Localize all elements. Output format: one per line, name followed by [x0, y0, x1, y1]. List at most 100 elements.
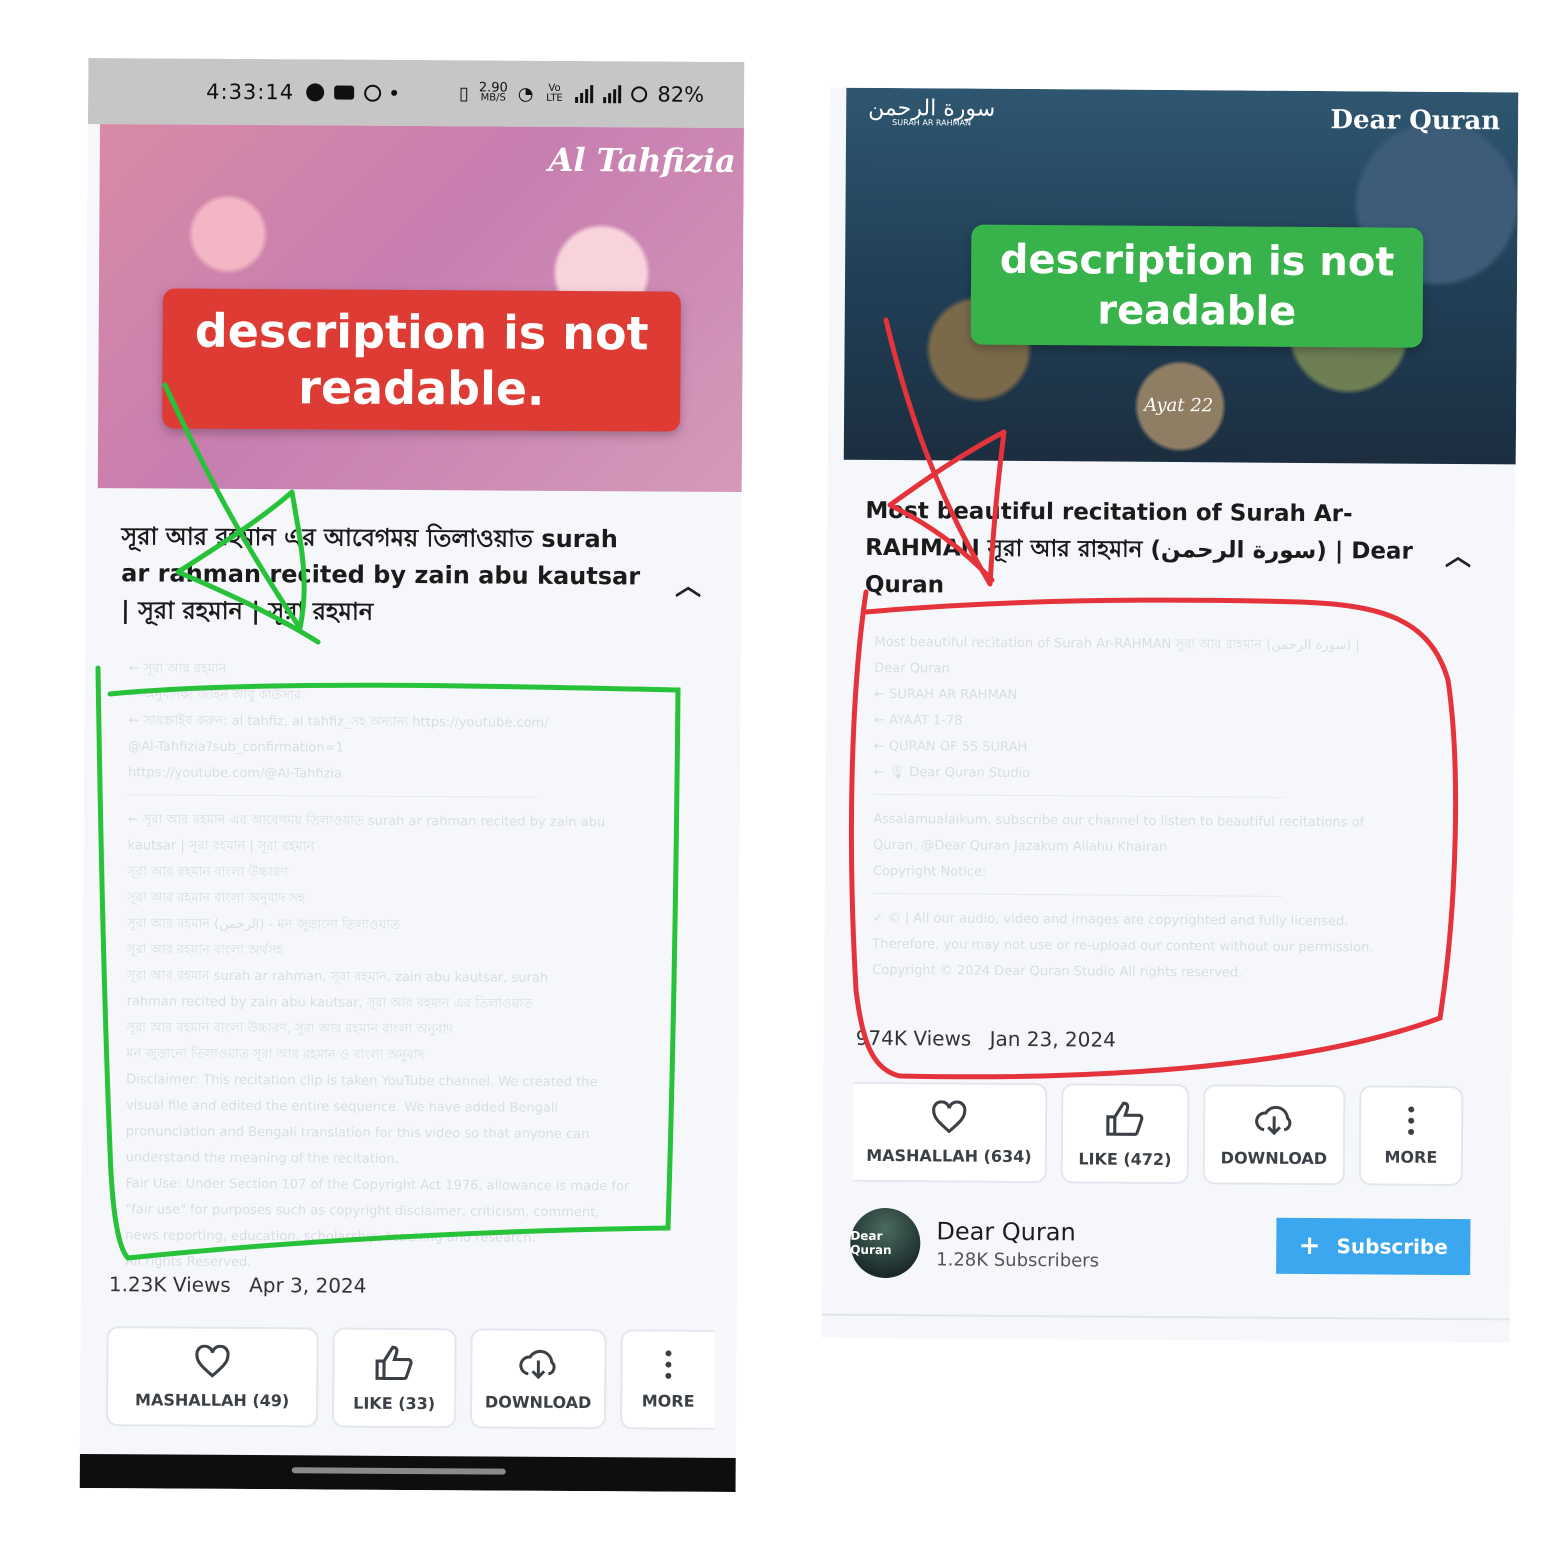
video-thumbnail[interactable]: سورة الرحمن SURAH AR RAHMAN Dear Quran A…: [843, 87, 1519, 465]
description-line: kautsar | সূরা রহমান | সূরা রহমান: [127, 838, 315, 855]
channel-watermark: Dear Quran: [1330, 105, 1501, 137]
subscriber-count: 1.28K Subscribers: [936, 1248, 1100, 1272]
download-label: DOWNLOAD: [1220, 1147, 1328, 1168]
description-line: ← 🎙 Dear Quran Studio: [873, 764, 1031, 782]
signal-2-icon: [603, 85, 622, 104]
home-gesture-handle[interactable]: [291, 1467, 506, 1475]
heart-icon: [195, 1344, 230, 1378]
mashallah-button[interactable]: MASHALLAH (634): [852, 1081, 1048, 1184]
video-meta: 1.23K Views Apr 3, 2024: [109, 1272, 367, 1298]
description-line: Dear Quran: [874, 660, 950, 677]
description-line: সূরা আর রহমান বাংলা উচ্চারণ: [127, 864, 288, 881]
download-label: DOWNLOAD: [484, 1391, 592, 1412]
description-line: "fair use" for purposes such as copyrigh…: [125, 1202, 600, 1221]
more-vertical-icon: [665, 1349, 672, 1379]
description-line: সূরা আর রহমান (الرحمن) - মন জুড়ানো তিলা…: [127, 916, 400, 933]
description-line: ← SURAH AR RAHMAN: [874, 686, 1018, 703]
annotation-label: description is not readable.: [162, 288, 681, 432]
description-line: ← সূরা আর রহমান এর আবেগময় তিলাওয়াত sur…: [127, 812, 606, 831]
like-button[interactable]: LIKE (472): [1060, 1083, 1190, 1185]
description-line: মন জুড়ানো তিলাওয়াত সূরা আর রহমান ও বাং…: [126, 1046, 425, 1064]
upload-date: Jan 23, 2024: [989, 1026, 1116, 1052]
ayat-label: Ayat 22: [1144, 394, 1214, 417]
video-description: Most beautiful recitation of Surah Ar-RA…: [872, 630, 1464, 988]
action-bar: MASHALLAH (634) LIKE (472) DOWNLOAD MORE: [852, 1081, 1464, 1187]
channel-avatar[interactable]: Dear Quran: [850, 1207, 921, 1279]
surah-logo: سورة الرحمن SURAH AR RAHMAN: [868, 95, 996, 131]
download-button[interactable]: DOWNLOAD: [470, 1328, 607, 1430]
description-line: pronunciation and Bengali translation fo…: [125, 1124, 590, 1143]
surah-arabic-name: سورة الرحمن: [868, 95, 996, 122]
view-count: 974K Views: [855, 1025, 972, 1051]
network-speed: 2.90 MB/S: [479, 80, 508, 104]
signal-icon: [575, 85, 594, 104]
status-time: 4:33:14: [206, 79, 295, 105]
divider: [821, 1313, 1510, 1321]
description-line: understand the meaning of the recitation…: [125, 1150, 399, 1167]
description-line: ← সাবস্ক্রাইব করুন: al tahfiz, al tahfiz…: [128, 713, 549, 731]
description-line: Copyright © 2024 Dear Quran Studio All r…: [872, 962, 1243, 981]
description-line: Quran. @Dear Quran Jazakum Allahu Khaira…: [873, 837, 1168, 855]
cloud-download-icon: [1255, 1105, 1292, 1135]
more-button[interactable]: MORE: [1358, 1085, 1464, 1187]
more-button[interactable]: MORE: [620, 1329, 715, 1430]
youtube-icon: [334, 85, 355, 100]
description-line: https://youtube.com/@Al-Tahfizia: [127, 765, 342, 782]
download-button[interactable]: DOWNLOAD: [1202, 1084, 1346, 1186]
like-label: LIKE (472): [1078, 1148, 1172, 1169]
battery-percent: 82%: [657, 82, 705, 107]
video-description: ← সূরা আর রহমান ← অনুবাদক: জাইন আবু কাউসা…: [125, 656, 669, 1278]
video-title: Most beautiful recitation of Surah Ar-RA…: [864, 497, 1413, 599]
mashallah-label: MASHALLAH (634): [866, 1145, 1032, 1166]
description-line: Disclaimer: This recitation clip is take…: [126, 1072, 598, 1091]
more-label: MORE: [1384, 1147, 1438, 1167]
description-line: Therefore, you may not use or re-upload …: [872, 936, 1374, 956]
description-line: ← QURAN OF 55 SURAH: [873, 738, 1028, 756]
channel-name[interactable]: Dear Quran: [936, 1217, 1099, 1246]
notification-dot-icon: [391, 89, 398, 96]
right-screenshot: سورة الرحمن SURAH AR RAHMAN Dear Quran A…: [821, 87, 1519, 1343]
heart-icon: [932, 1099, 967, 1133]
more-vertical-icon: [1408, 1105, 1415, 1135]
description-line: ← AYAAT 1-78: [873, 712, 963, 729]
view-count: 1.23K Views: [108, 1272, 231, 1297]
thumbs-up-icon: [1106, 1101, 1144, 1136]
lte-label: Vo LTE: [546, 82, 563, 104]
navigation-bar: [79, 1453, 736, 1492]
description-line: @Al-Tahfizia?sub_confirmation=1: [128, 739, 344, 756]
mashallah-button[interactable]: MASHALLAH (49): [106, 1326, 319, 1428]
channel-row: Dear Quran Dear Quran 1.28K Subscribers …: [850, 1207, 1471, 1282]
annotation-label: description is not readable: [970, 224, 1424, 348]
description-line: news reporting, education, scholarship, …: [125, 1228, 536, 1246]
mashallah-label: MASHALLAH (49): [134, 1389, 290, 1410]
description-line: rahman recited by zain abu kautsar, সূরা…: [126, 994, 533, 1012]
description-line: সূরা আর রহমান বাংলা অর্থসহ: [126, 942, 284, 959]
messenger-icon: [306, 83, 325, 102]
description-line: visual file and edited the entire sequen…: [125, 1098, 559, 1116]
description-divider: [127, 794, 538, 798]
description-line: সূরা আর রহমান surah ar rahman, সূরা রহমা…: [126, 968, 549, 986]
left-screenshot: 4:33:14 ▯ 2.90 MB/S ◔ Vo LTE 82% Al Tahf…: [79, 58, 745, 1492]
collapse-chevron-icon[interactable]: ︿: [1445, 536, 1471, 573]
upload-date: Apr 3, 2024: [249, 1273, 367, 1298]
description-line: ✓ © | All our audio, video and images ar…: [872, 910, 1349, 930]
description-divider: [872, 892, 1283, 897]
status-bar: 4:33:14 ▯ 2.90 MB/S ◔ Vo LTE 82%: [87, 58, 745, 129]
check-circle-icon: [364, 84, 382, 102]
description-line: ← অনুবাদক: জাইন আবু কাউসার: [128, 687, 302, 704]
description-line: ← সূরা আর রহমান: [128, 661, 227, 677]
net-speed-unit: MB/S: [480, 92, 506, 104]
battery-icon: [631, 86, 648, 103]
collapse-chevron-icon[interactable]: ︿: [675, 566, 701, 603]
subscribe-label: Subscribe: [1336, 1234, 1448, 1259]
description-divider: [873, 793, 1284, 798]
description-line: Assalamualaikum, subscribe our channel t…: [873, 811, 1365, 831]
like-button[interactable]: LIKE (33): [332, 1327, 457, 1429]
description-line: সূরা আর রহমান বাংলা উচ্চারণ, সূরা আর রহম…: [126, 1020, 454, 1038]
vibrate-icon: ▯: [458, 82, 469, 104]
wifi-icon: ◔: [517, 83, 534, 105]
channel-watermark: Al Tahfizia: [548, 140, 736, 180]
video-thumbnail[interactable]: Al Tahfizia description is not readable.: [97, 124, 744, 493]
subscribe-button[interactable]: + Subscribe: [1276, 1217, 1471, 1276]
video-title: সূরা আর রহমান এর আবেগময় তিলাওয়াত surah…: [120, 522, 641, 626]
